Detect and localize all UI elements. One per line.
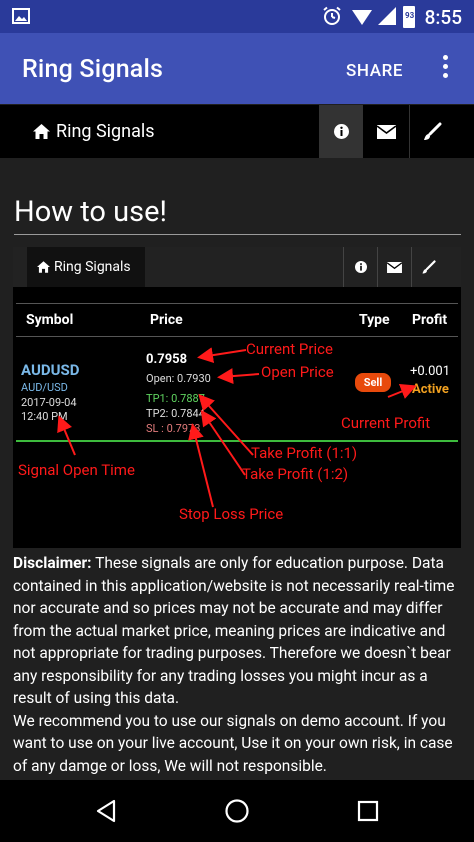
- image-notification-icon: [12, 8, 30, 24]
- navbar-brand[interactable]: Ring Signals: [33, 121, 155, 142]
- system-navigation-bar: [0, 780, 474, 842]
- annotation-tp2: Take Profit (1:2): [242, 465, 349, 483]
- disclaimer: Disclaimer: These signals are only for e…: [13, 552, 463, 777]
- page-title: How to use!: [14, 195, 167, 229]
- annotation-current-profit: Current Profit: [341, 414, 431, 432]
- disclaimer-text: These signals are only for education pur…: [13, 554, 455, 707]
- annotation-current-price: Current Price: [246, 340, 333, 358]
- recents-square-icon: [357, 800, 379, 822]
- annotation-open-time: Signal Open Time: [18, 461, 135, 479]
- site-navbar: Ring Signals: [0, 105, 474, 158]
- home-circle-icon: [225, 799, 249, 823]
- app-bar: Ring Signals SHARE: [0, 33, 474, 104]
- main-content: How to use! Ring Signals Symbol Price Ty…: [0, 158, 474, 780]
- paintbrush-icon: [423, 122, 441, 140]
- info-button[interactable]: [319, 105, 363, 158]
- annotation-tp1: Take Profit (1:1): [251, 444, 358, 462]
- cell-signal-icon: [378, 7, 396, 25]
- back-button[interactable]: [76, 780, 136, 842]
- battery-level: 93: [405, 11, 415, 20]
- navbar-brand-label: Ring Signals: [56, 121, 155, 142]
- info-icon: [333, 124, 349, 139]
- battery-icon: 93: [403, 6, 415, 28]
- home-icon: [33, 124, 50, 139]
- status-bar: 93 8:55: [0, 0, 474, 33]
- recommendation-text: We recommend you to use our signals on d…: [13, 711, 453, 775]
- back-triangle-icon: [96, 799, 116, 823]
- envelope-icon: [376, 124, 396, 139]
- recents-button[interactable]: [338, 780, 398, 842]
- overflow-menu-icon[interactable]: [440, 55, 450, 81]
- annotation-stop-loss: Stop Loss Price: [179, 505, 284, 523]
- app-title: Ring Signals: [22, 55, 164, 84]
- title-divider: [14, 234, 461, 235]
- annotation-arrows: [57, 347, 417, 508]
- share-button[interactable]: SHARE: [346, 61, 403, 81]
- home-button[interactable]: [207, 780, 267, 842]
- clock: 8:55: [424, 6, 462, 29]
- tutorial-screenshot: Ring Signals Symbol Price Type Profit AU…: [13, 247, 461, 548]
- disclaimer-label: Disclaimer:: [13, 554, 92, 572]
- email-button[interactable]: [364, 105, 408, 158]
- theme-button[interactable]: [409, 105, 453, 158]
- annotation-open-price: Open Price: [261, 363, 334, 381]
- wifi-icon: [352, 10, 372, 25]
- alarm-icon: [323, 6, 341, 25]
